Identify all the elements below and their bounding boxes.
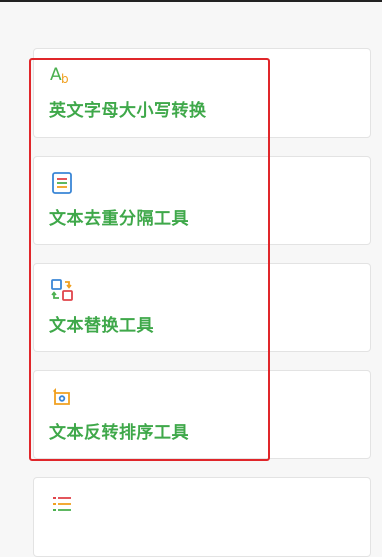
tool-label: 文本反转排序工具 bbox=[49, 423, 189, 443]
tool-card-reverse-sort[interactable]: 文本反转排序工具 bbox=[33, 370, 371, 459]
list-icon bbox=[53, 497, 71, 511]
window-top-border bbox=[0, 0, 382, 2]
svg-text:b: b bbox=[61, 72, 69, 86]
tool-card-dedupe[interactable]: 文本去重分隔工具 bbox=[33, 156, 371, 245]
text-case-icon: A b bbox=[50, 65, 69, 86]
tool-card-list[interactable] bbox=[33, 477, 371, 557]
tool-label: 文本替换工具 bbox=[49, 316, 154, 336]
tool-label: 英文字母大小写转换 bbox=[49, 101, 207, 121]
tool-label: 文本去重分隔工具 bbox=[49, 209, 189, 229]
tool-card-replace[interactable]: 文本替换工具 bbox=[33, 263, 371, 352]
document-lines-icon bbox=[52, 172, 72, 194]
replace-icon bbox=[51, 279, 73, 301]
reverse-icon bbox=[53, 388, 70, 405]
tool-card-case-convert[interactable]: A b 英文字母大小写转换 bbox=[33, 48, 371, 138]
